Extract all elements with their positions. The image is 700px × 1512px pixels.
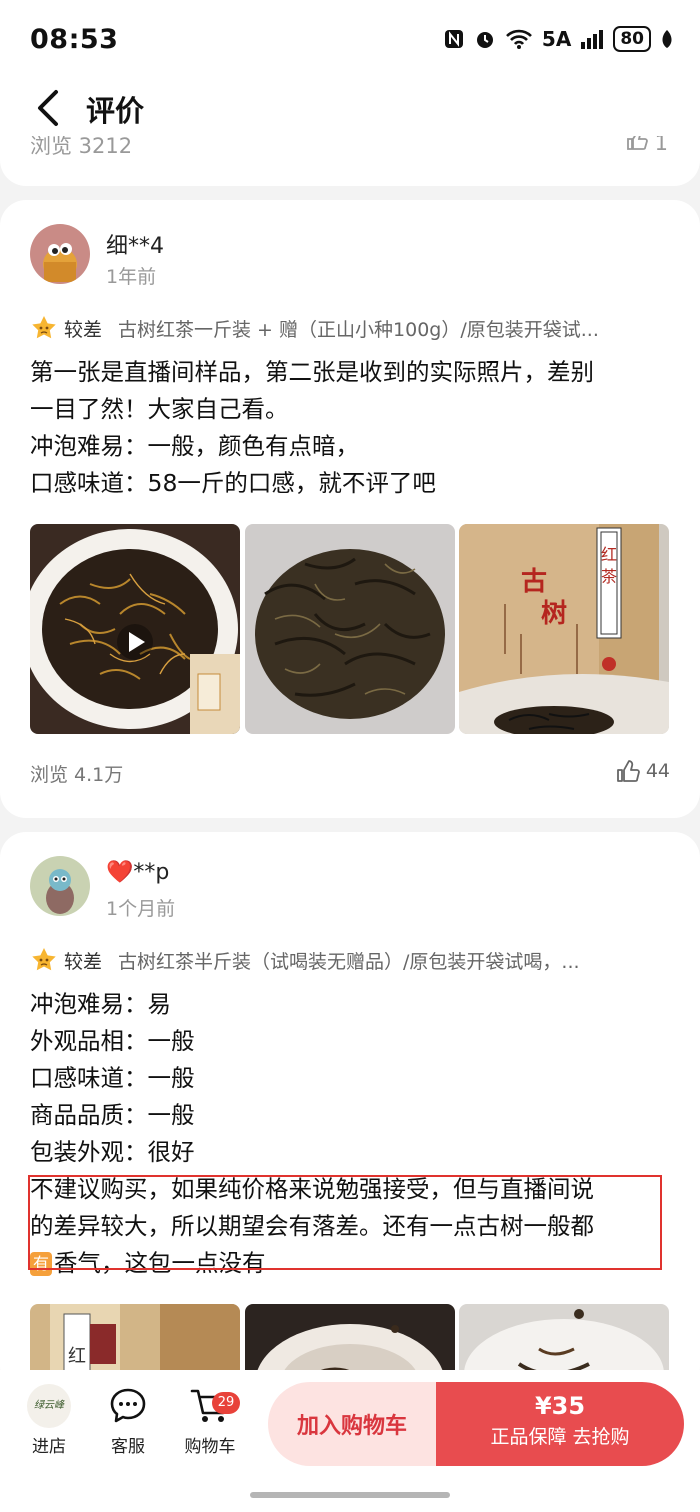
nfc-icon [444,30,463,48]
avatar[interactable] [30,224,90,284]
network-label: 5A [541,27,572,51]
bag-label-2: 茶 [601,567,617,586]
bag-label: 红 [68,1346,86,1367]
store-logo-icon: 绿云峰 [18,1384,80,1428]
review-card: ❤️**p 1个月前 较差 古树红茶半斤装（试喝装无赠品）/原包装开袋试喝，..… [0,832,700,1392]
cart-button[interactable]: 购物车 29 [176,1386,244,1457]
alarm-icon [476,32,493,48]
avatar[interactable] [30,856,90,916]
review-line: 第一张是直播间样品，第二张是收到的实际照片，差别 [30,358,594,386]
review-video-thumbnail[interactable] [30,524,240,734]
store-label: 进店 [32,1437,66,1457]
review-line: 口感味道：58一斤的口感，就不评了吧 [30,469,436,497]
store-button[interactable]: 绿云峰 进店 [18,1384,80,1457]
user-name: ❤️**p [106,860,170,885]
review-photo[interactable]: 红 茶 古 树 [459,524,669,734]
like-count: 44 [645,760,670,782]
leaf-icon [662,30,672,48]
rating-face-icon [32,948,56,971]
review-line: 冲泡难易：一般，颜色有点暗， [30,432,359,460]
thumbs-up-icon [616,760,640,782]
review-line: 商品品质：一般 [30,1101,195,1129]
signal-icon [581,30,604,49]
store-logo: 绿云峰 [27,1384,71,1428]
highlight-box [28,1175,662,1270]
home-indicator[interactable] [250,1492,450,1498]
review-line: 一目了然！大家自己看。 [30,395,289,423]
product-variant: 古树红茶半斤装（试喝装无赠品）/原包装开袋试喝，... [118,950,580,973]
review-line: 口感味道：一般 [30,1064,195,1092]
buy-subtitle: 正品保障 去抢购 [490,1426,630,1448]
rating-label: 较差 [64,950,103,973]
service-label: 客服 [111,1437,145,1457]
review-line: 冲泡难易：易 [30,990,171,1018]
bag-brand-2: 树 [541,599,567,629]
review-time: 1年前 [106,266,157,288]
product-variant: 古树红茶一斤装 + 赠（正山小种100g）/原包装开袋试... [118,318,599,341]
thumbs-up-icon [627,136,648,150]
add-to-cart-button[interactable]: 加入购物车 [268,1382,436,1466]
bag-brand-1: 古 [521,567,547,597]
previous-likes: 1 [626,136,668,155]
review-line: 外观品相：一般 [30,1027,195,1055]
rating-label: 较差 [64,318,103,341]
view-count: 浏览 4.1万 [30,764,124,786]
buy-now-button[interactable]: ¥35 正品保障 去抢购 [436,1382,684,1466]
bottom-action-bar: 绿云峰 进店 客服 购物车 29 加入购物车 ¥35 正品保障 去抢购 [0,1370,700,1512]
back-arrow-icon[interactable] [30,86,70,130]
rating-row: 较差 古树红茶半斤装（试喝装无赠品）/原包装开袋试喝，... [30,946,670,974]
rating-row: 较差 古树红茶一斤装 + 赠（正山小种100g）/原包装开袋试... [30,314,670,342]
user-name: 细**4 [106,234,164,259]
wifi-icon [506,29,532,49]
review-photo[interactable] [245,524,455,734]
review-text: 第一张是直播间样品，第二张是收到的实际照片，差别 一目了然！大家自己看。 冲泡难… [30,354,670,502]
buy-price: ¥35 [534,1392,586,1420]
review-line: 包装外观：很好 [30,1138,195,1166]
page-title: 评价 [86,94,145,128]
cart-label: 购物车 [184,1437,236,1457]
previous-review-card: 浏览 3212 1 [0,136,700,186]
like-button[interactable]: 44 [616,760,670,782]
previous-views: 浏览 3212 [30,136,133,158]
review-time: 1个月前 [106,898,176,920]
cart-count-badge: 29 [212,1392,240,1414]
battery-indicator: 80 [613,26,651,52]
customer-service-button[interactable]: 客服 [97,1386,159,1457]
status-icons: 5A 80 [443,26,674,52]
status-bar: 08:53 5A 80 [0,0,700,80]
previous-likes-count: 1 [654,136,668,155]
review-card: 细**4 1年前 较差 古树红茶一斤装 + 赠（正山小种100g）/原包装开袋试… [0,200,700,818]
chat-bubble-icon [110,1388,146,1423]
status-time: 08:53 [30,24,119,55]
nav-bar: 评价 [0,80,700,136]
rating-face-icon [32,316,56,339]
bag-label-1: 红 [601,545,617,564]
